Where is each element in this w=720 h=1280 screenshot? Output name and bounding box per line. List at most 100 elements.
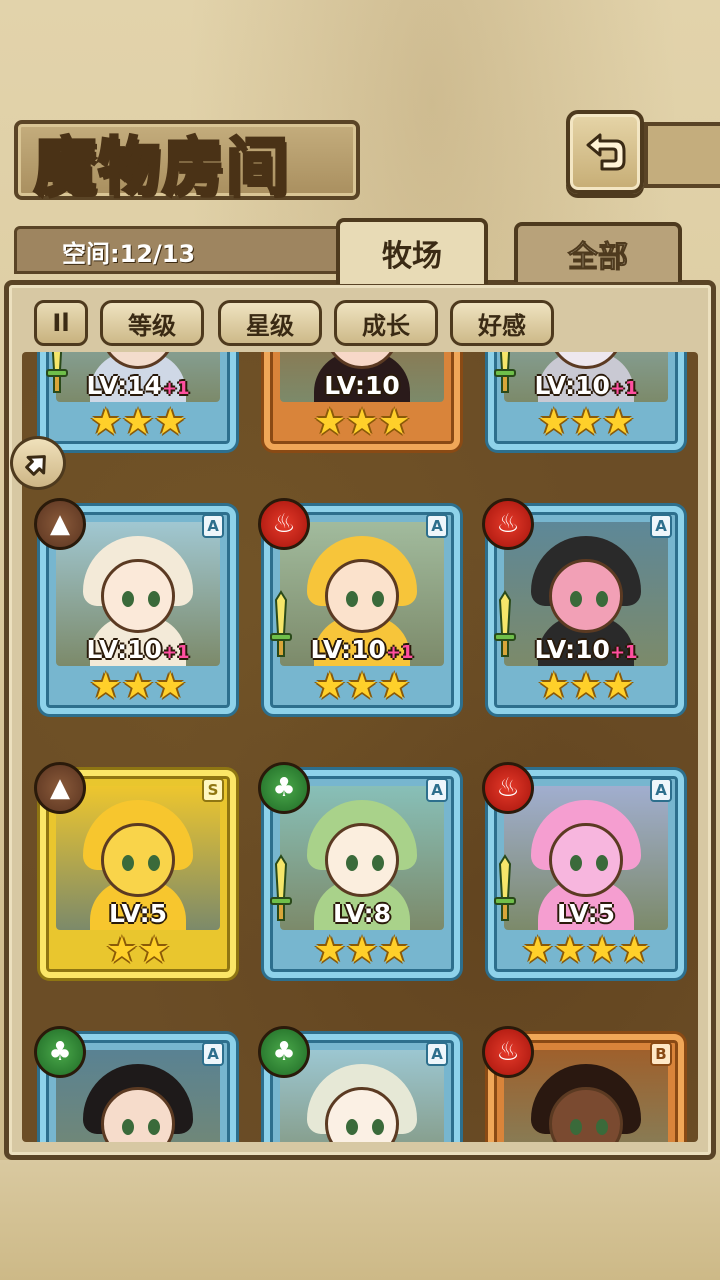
star-icon: ★ xyxy=(313,402,346,443)
star-icon: ★ xyxy=(313,930,346,971)
monster-card[interactable]: LV:10+1 ★ ★ ★ xyxy=(488,352,684,450)
level-bonus: +1 xyxy=(609,378,638,399)
level-bonus: +1 xyxy=(609,642,638,663)
wood-element-icon: ♣ xyxy=(258,1026,310,1078)
monster-card[interactable]: A ♣ xyxy=(34,1026,236,1142)
star-icon: ★ xyxy=(602,402,635,443)
star-icon: ★ xyxy=(602,666,635,707)
fire-element-icon: ♨ xyxy=(482,762,534,814)
star-icon: ★ xyxy=(89,402,122,443)
sort-growth-label: 成长 xyxy=(362,310,410,340)
level-text: LV:10 xyxy=(534,371,610,400)
scroll-top-button[interactable] xyxy=(10,436,66,490)
star-icon: ★ xyxy=(569,666,603,707)
sort-stars-label: 星级 xyxy=(246,310,294,340)
monster-eye xyxy=(345,855,358,872)
monster-eye xyxy=(121,855,134,872)
monster-eye xyxy=(569,591,582,608)
star-rating: ★ ★ xyxy=(46,930,230,972)
monster-face xyxy=(549,559,623,634)
monster-card[interactable]: LV:14+1 ★ ★ ★ xyxy=(40,352,236,450)
tab-all[interactable]: 全部 xyxy=(514,222,682,282)
tab-ranch[interactable]: 牧场 xyxy=(336,218,488,284)
rarity-badge: A xyxy=(650,514,672,538)
monster-grid[interactable]: LV:14+1 ★ ★ ★ LV:10 ★ ★ ★ LV:10+1 ★ ★ ★ A ▲ LV:10+1 ★ ★ ★… xyxy=(22,352,698,1142)
rarity-badge: A xyxy=(426,1042,448,1066)
sort-growth-button[interactable]: 成长 xyxy=(334,300,438,346)
monster-card[interactable]: A ♣ LV:8 ★ ★ ★ xyxy=(258,762,460,978)
star-icon: ★ xyxy=(537,402,570,443)
rarity-badge: A xyxy=(202,514,224,538)
monster-card[interactable]: A ♨ LV:5 ★ ★ ★ ★ xyxy=(482,762,684,978)
level-text: LV:5 xyxy=(556,899,616,928)
monster-eye xyxy=(345,591,358,608)
star-icon: ★ xyxy=(345,930,379,971)
rarity-badge: A xyxy=(202,1042,224,1066)
earth-element-icon: ▲ xyxy=(34,762,86,814)
fire-element-icon: ♨ xyxy=(482,498,534,550)
back-rail xyxy=(644,122,720,188)
monster-eye xyxy=(121,1119,134,1136)
sort-stars-button[interactable]: 星级 xyxy=(218,300,322,346)
star-icon: ★ xyxy=(138,930,171,971)
star-icon: ★ xyxy=(345,666,379,707)
capacity-label: 空间:12/13 xyxy=(62,240,196,268)
rarity-badge: B xyxy=(650,1042,672,1066)
star-rating: ★ ★ ★ xyxy=(270,402,454,444)
monster-eye xyxy=(147,591,160,608)
level-bonus: +1 xyxy=(385,642,414,663)
monster-level: LV:5 xyxy=(494,899,678,928)
monster-level: LV:10+1 xyxy=(494,371,678,400)
monster-level: LV:10+1 xyxy=(270,635,454,664)
monster-card[interactable]: A ▲ LV:10+1 ★ ★ ★ xyxy=(34,498,236,714)
monster-eye xyxy=(147,1119,160,1136)
monster-face xyxy=(549,823,623,898)
monster-card[interactable]: A ♣ xyxy=(258,1026,460,1142)
back-button[interactable] xyxy=(566,110,644,194)
star-icon: ★ xyxy=(378,930,411,971)
monster-level: LV:8 xyxy=(270,899,454,928)
sort-order-toggle[interactable]: Il xyxy=(34,300,88,346)
back-arrow-icon xyxy=(586,133,626,171)
monster-card[interactable]: S ▲ LV:5 ★ ★ xyxy=(34,762,236,978)
monster-card[interactable]: LV:10 ★ ★ ★ xyxy=(264,352,460,450)
star-icon: ★ xyxy=(313,666,346,707)
star-rating: ★ ★ ★ xyxy=(270,666,454,708)
star-rating: ★ ★ ★ xyxy=(46,666,230,708)
monster-eye xyxy=(121,591,134,608)
monster-card[interactable]: A ♨ LV:10+1 ★ ★ ★ xyxy=(258,498,460,714)
star-rating: ★ ★ ★ xyxy=(270,930,454,972)
monster-level: LV:10+1 xyxy=(46,635,230,664)
monster-card[interactable]: B ♨ xyxy=(482,1026,684,1142)
earth-element-icon: ▲ xyxy=(34,498,86,550)
monster-eye xyxy=(371,591,384,608)
monster-level: LV:10+1 xyxy=(494,635,678,664)
rarity-badge: A xyxy=(650,778,672,802)
star-icon: ★ xyxy=(618,930,651,971)
level-text: LV:10 xyxy=(534,635,610,664)
monster-eye xyxy=(371,855,384,872)
tab-all-label: 全部 xyxy=(568,240,629,276)
monster-eye xyxy=(371,1119,384,1136)
monster-face xyxy=(325,823,399,898)
monster-eye xyxy=(147,855,160,872)
monster-card[interactable]: A ♨ LV:10+1 ★ ★ ★ xyxy=(482,498,684,714)
star-icon: ★ xyxy=(154,666,187,707)
star-icon: ★ xyxy=(569,402,603,443)
sort-level-label: 等级 xyxy=(128,310,176,340)
level-text: LV:14 xyxy=(86,371,162,400)
wood-element-icon: ♣ xyxy=(34,1026,86,1078)
monster-level: LV:10 xyxy=(270,371,454,400)
monster-eye xyxy=(345,1119,358,1136)
monster-eye xyxy=(595,1119,608,1136)
level-text: LV:10 xyxy=(310,635,386,664)
page-title: 魔物房间 xyxy=(32,129,291,205)
level-text: LV:8 xyxy=(332,899,392,928)
star-icon: ★ xyxy=(521,930,554,971)
sort-affection-button[interactable]: 好感 xyxy=(450,300,554,346)
rarity-badge: A xyxy=(426,778,448,802)
monster-eye xyxy=(569,855,582,872)
monster-face xyxy=(101,559,175,634)
sort-level-button[interactable]: 等级 xyxy=(100,300,204,346)
star-icon: ★ xyxy=(121,666,155,707)
